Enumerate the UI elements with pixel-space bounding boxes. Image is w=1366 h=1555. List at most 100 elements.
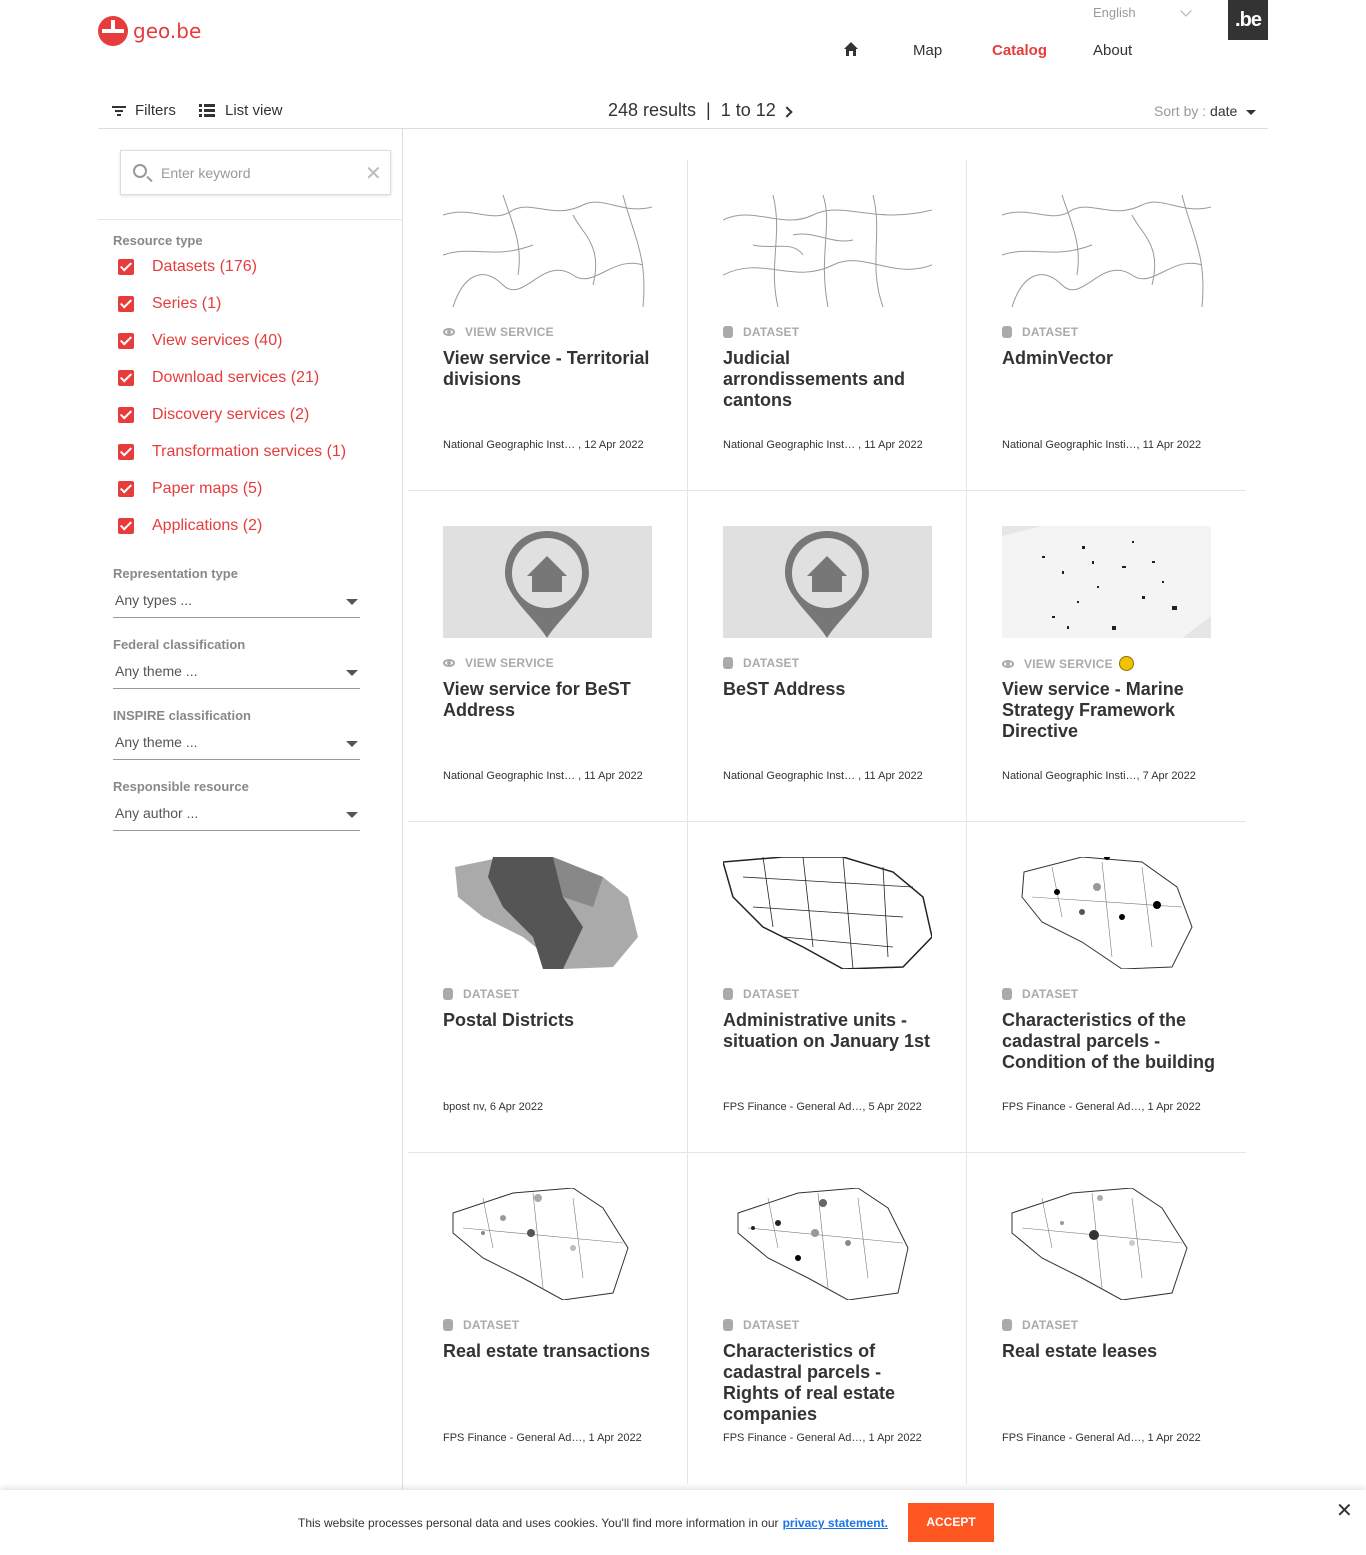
card-title[interactable]: Characteristics of cadastral parcels - R… <box>723 1341 938 1425</box>
result-card[interactable]: DATASET Administrative units - situation… <box>687 822 967 1153</box>
federal-select[interactable]: Any theme ... <box>113 663 360 689</box>
result-card[interactable]: DATASET Real estate transactions FPS Fin… <box>408 1153 688 1484</box>
results-count: 248 results | 1 to 12 <box>608 100 776 120</box>
result-card[interactable]: DATASET BeST Address National Geographic… <box>687 491 967 822</box>
checkbox-checked[interactable] <box>118 333 134 349</box>
type-label: VIEW SERVICE <box>465 656 554 670</box>
checkbox-checked[interactable] <box>118 370 134 386</box>
card-title[interactable]: Postal Districts <box>443 1010 658 1031</box>
be-badge[interactable]: .be <box>1228 0 1268 40</box>
result-card[interactable]: DATASET AdminVector National Geographic … <box>966 160 1246 491</box>
result-card[interactable]: VIEW SERVICE View service - Marine Strat… <box>966 491 1246 822</box>
geo-be-logo[interactable]: geo.be <box>98 16 201 46</box>
card-title[interactable]: BeST Address <box>723 679 938 700</box>
card-title[interactable]: Real estate leases <box>1002 1341 1217 1362</box>
card-meta: National Geographic Inst… , 12 Apr 2022 <box>443 439 644 451</box>
card-title[interactable]: View service - Marine Strategy Framework… <box>1002 679 1217 742</box>
chevron-down-icon <box>1179 4 1192 17</box>
map-thumbnail <box>1011 1188 1188 1300</box>
facet-paper-maps[interactable]: Paper maps (5) <box>118 480 262 498</box>
caret-down-icon <box>346 670 358 676</box>
card-title[interactable]: AdminVector <box>1002 348 1217 369</box>
resource-type: DATASET <box>723 1318 799 1332</box>
checkbox-checked[interactable] <box>118 518 134 534</box>
type-label: VIEW SERVICE <box>465 325 554 339</box>
facet-discovery-services[interactable]: Discovery services (2) <box>118 406 309 424</box>
representation-select[interactable]: Any types ... <box>113 592 360 618</box>
privacy-statement-link[interactable]: privacy statement. <box>783 1516 888 1530</box>
database-icon <box>443 1319 453 1331</box>
card-meta: National Geographic Insti…, 7 Apr 2022 <box>1002 770 1196 782</box>
sort-select[interactable]: Sort by : date <box>1154 103 1237 119</box>
close-icon[interactable]: ✕ <box>1336 1498 1353 1523</box>
checkbox-checked[interactable] <box>118 296 134 312</box>
facet-series[interactable]: Series (1) <box>118 295 221 313</box>
database-icon <box>1002 326 1012 338</box>
result-card[interactable]: DATASET Characteristics of the cadastral… <box>966 822 1246 1153</box>
result-card[interactable]: DATASET Real estate leases FPS Finance -… <box>966 1153 1246 1484</box>
resource-type: VIEW SERVICE <box>1002 656 1134 671</box>
list-view-toggle[interactable]: List view <box>199 102 283 119</box>
language-value: English <box>1093 5 1136 20</box>
search-icon[interactable] <box>133 164 147 178</box>
facet-applications[interactable]: Applications (2) <box>118 517 262 535</box>
resource-type: DATASET <box>1002 1318 1078 1332</box>
next-page-icon[interactable] <box>781 106 793 118</box>
logo-text: geo.be <box>133 19 202 43</box>
checkbox-checked[interactable] <box>118 407 134 423</box>
filters-toggle[interactable]: Filters <box>112 102 176 119</box>
database-icon <box>723 988 733 1000</box>
result-card[interactable]: DATASET Postal Districts bpost nv, 6 Apr… <box>408 822 688 1153</box>
facet-view-services[interactable]: View services (40) <box>118 332 282 350</box>
map-thumbnail <box>1002 195 1211 307</box>
type-label: DATASET <box>1022 1318 1079 1332</box>
clear-icon[interactable]: ✕ <box>365 161 382 186</box>
list-icon <box>199 103 215 117</box>
type-label: DATASET <box>743 987 800 1001</box>
keyword-input[interactable] <box>161 161 351 185</box>
card-title[interactable]: View service - Territorial divisions <box>443 348 658 390</box>
caret-down-icon <box>346 812 358 818</box>
resource-type: DATASET <box>443 987 519 1001</box>
nav-map[interactable]: Map <box>913 42 942 59</box>
eye-icon <box>1002 659 1014 668</box>
card-title[interactable]: View service for BeST Address <box>443 679 658 721</box>
facet-datasets[interactable]: Datasets (176) <box>118 258 257 276</box>
eye-icon <box>443 328 455 336</box>
result-card[interactable]: DATASET Judicial arrondissements and can… <box>687 160 967 491</box>
facet-label: Download services (21) <box>152 369 320 386</box>
filters-label: Filters <box>135 102 176 119</box>
inspire-select[interactable]: Any theme ... <box>113 734 360 760</box>
result-card[interactable]: VIEW SERVICE View service - Territorial … <box>408 160 688 491</box>
facet-download-services[interactable]: Download services (21) <box>118 369 319 387</box>
facet-label: Paper maps (5) <box>152 480 263 497</box>
nav-about[interactable]: About <box>1093 42 1132 59</box>
caret-down-icon[interactable] <box>1246 110 1256 115</box>
accept-button[interactable]: ACCEPT <box>908 1503 994 1542</box>
cookie-banner: This website processes personal data and… <box>0 1490 1366 1555</box>
database-icon <box>1002 1319 1012 1331</box>
card-title[interactable]: Real estate transactions <box>443 1341 658 1362</box>
type-label: DATASET <box>1022 325 1079 339</box>
responsible-select[interactable]: Any author ... <box>113 805 360 831</box>
checkbox-checked[interactable] <box>118 444 134 460</box>
card-title[interactable]: Judicial arrondissements and cantons <box>723 348 938 411</box>
result-card[interactable]: VIEW SERVICE View service for BeST Addre… <box>408 491 688 822</box>
map-thumbnail <box>1021 857 1193 969</box>
nav-catalog[interactable]: Catalog <box>992 42 1047 59</box>
facet-title-federal: Federal classification <box>113 637 246 652</box>
select-value: Any types ... <box>115 592 193 608</box>
facet-label: Datasets (176) <box>152 258 257 275</box>
checkbox-checked[interactable] <box>118 481 134 497</box>
database-icon <box>443 988 453 1000</box>
language-select[interactable]: English <box>1093 4 1192 20</box>
home-icon[interactable] <box>843 41 859 57</box>
result-card[interactable]: DATASET Characteristics of cadastral par… <box>687 1153 967 1484</box>
card-title[interactable]: Administrative units - situation on Janu… <box>723 1010 938 1052</box>
type-label: VIEW SERVICE <box>1024 656 1113 671</box>
facet-transformation-services[interactable]: Transformation services (1) <box>118 443 346 461</box>
card-title[interactable]: Characteristics of the cadastral parcels… <box>1002 1010 1217 1073</box>
checkbox-checked[interactable] <box>118 259 134 275</box>
card-meta: FPS Finance - General Ad…, 1 Apr 2022 <box>1002 1432 1201 1444</box>
filter-icon <box>112 105 126 116</box>
